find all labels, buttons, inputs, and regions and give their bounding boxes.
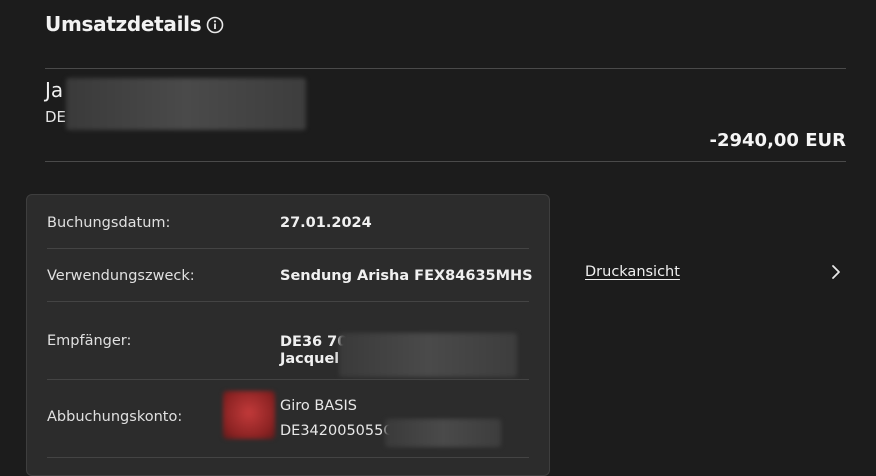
print-view-link[interactable]: Druckansicht xyxy=(585,264,680,280)
header-divider xyxy=(45,68,846,69)
amount-divider xyxy=(45,161,846,162)
recipient-redaction xyxy=(339,333,517,377)
purpose-value: Sendung Arisha FEX84635MHS xyxy=(280,268,533,284)
purpose-label: Verwendungszweck: xyxy=(47,268,195,284)
payee-redaction xyxy=(66,78,306,130)
debit-account-iban: DE342005055C xyxy=(280,423,394,439)
debit-account-name: Giro BASIS xyxy=(280,398,357,414)
chevron-right-icon[interactable] xyxy=(828,262,844,282)
account-card-thumbnail xyxy=(223,391,275,439)
payee-iban: DE xyxy=(45,108,67,126)
booking-date-value: 27.01.2024 xyxy=(280,215,372,231)
transaction-amount: -2940,00 EUR xyxy=(709,130,847,151)
booking-date-label: Buchungsdatum: xyxy=(47,215,171,231)
payee-name: Ja xyxy=(45,78,64,102)
row-divider xyxy=(47,457,529,458)
row-divider xyxy=(47,301,529,302)
recipient-label: Empfänger: xyxy=(47,333,132,349)
info-icon[interactable] xyxy=(206,16,224,34)
debit-account-redaction xyxy=(385,419,501,447)
page-title: Umsatzdetails xyxy=(45,12,202,36)
recipient-iban: DE36 70 xyxy=(280,334,348,350)
transaction-details-card: Buchungsdatum: 27.01.2024 Verwendungszwe… xyxy=(26,194,550,476)
row-divider xyxy=(47,248,529,249)
debit-account-label: Abbuchungskonto: xyxy=(47,409,183,425)
row-divider xyxy=(47,379,529,380)
recipient-name: Jacquel xyxy=(280,351,340,367)
